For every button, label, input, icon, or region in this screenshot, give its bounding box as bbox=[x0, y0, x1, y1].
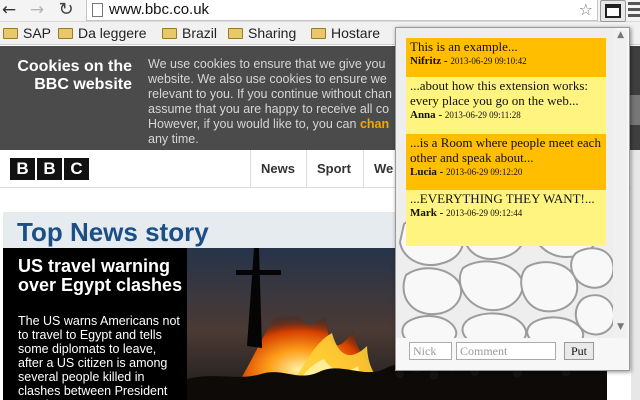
chat-message: ...about how this extension works: every… bbox=[406, 77, 606, 134]
comment-input[interactable] bbox=[456, 342, 556, 360]
story-headline[interactable]: US travel warning over Egypt clashes bbox=[18, 257, 183, 295]
change-settings-link[interactable]: chan bbox=[360, 117, 389, 131]
folder-icon bbox=[3, 28, 18, 39]
chat-room-popup: ▲ ▼ This is an example... Nifritz - 2013… bbox=[395, 27, 630, 371]
forward-arrow-icon[interactable]: → bbox=[25, 0, 49, 22]
page-scrollbar[interactable] bbox=[631, 150, 640, 400]
bookmark-sap[interactable]: SAP bbox=[3, 24, 51, 42]
message-author: Mark - 2013-06-29 09:12:44 bbox=[410, 207, 523, 219]
browser-toolbar: ← → ↻ www.bbc.co.uk ☆ bbox=[0, 0, 640, 22]
chat-input-bar: Put bbox=[396, 338, 629, 370]
browser-menu-icon[interactable] bbox=[628, 2, 640, 19]
folder-icon bbox=[162, 28, 177, 39]
page-icon bbox=[92, 3, 103, 17]
scroll-down-icon[interactable]: ▼ bbox=[617, 322, 624, 332]
chat-message: ...EVERYTHING THEY WANT!... Mark - 2013-… bbox=[406, 190, 606, 246]
chat-message: ...is a Room where people meet each othe… bbox=[406, 134, 606, 190]
nick-input[interactable] bbox=[409, 342, 452, 360]
story-summary: The US warns Americans not to travel to … bbox=[18, 314, 180, 400]
chat-extension-icon bbox=[605, 4, 621, 18]
cookie-banner-title: Cookies on the BBC website bbox=[17, 58, 132, 93]
chat-message: This is an example... Nifritz - 2013-06-… bbox=[406, 38, 606, 77]
back-arrow-icon[interactable]: ← bbox=[0, 0, 21, 22]
bbc-logo[interactable]: BBC bbox=[10, 158, 91, 180]
bookmark-hostare[interactable]: Hostare bbox=[311, 24, 380, 42]
chat-scrollbar[interactable] bbox=[613, 30, 627, 340]
message-author: Lucia - 2013-06-29 09:12:20 bbox=[410, 166, 523, 178]
nav-sport-link[interactable]: Sport bbox=[306, 150, 361, 187]
bookmark-label: Sharing bbox=[248, 25, 297, 41]
message-author: Anna - 2013-06-29 09:11:28 bbox=[410, 109, 521, 121]
address-bar[interactable]: www.bbc.co.uk ☆ bbox=[86, 0, 598, 21]
reload-icon[interactable]: ↻ bbox=[54, 0, 78, 22]
nav-news-link[interactable]: News bbox=[250, 150, 305, 187]
bookmark-label: SAP bbox=[23, 25, 52, 41]
chat-extension-button[interactable] bbox=[600, 0, 626, 22]
url-text[interactable]: www.bbc.co.uk bbox=[109, 1, 209, 18]
put-button[interactable]: Put bbox=[564, 342, 594, 360]
cookie-banner-text: We use cookies to ensure that we give yo… bbox=[148, 57, 392, 146]
bookmark-label: Brazil bbox=[182, 25, 218, 41]
bookmark-sharing[interactable]: Sharing bbox=[228, 24, 296, 42]
message-author: Nifritz - 2013-06-29 09:10:42 bbox=[410, 55, 527, 67]
scroll-up-icon[interactable]: ▲ bbox=[617, 30, 624, 40]
bookmark-label: Hostare bbox=[331, 25, 381, 41]
folder-icon bbox=[58, 28, 73, 39]
folder-icon bbox=[311, 28, 326, 39]
bookmark-star-icon[interactable]: ☆ bbox=[579, 0, 593, 19]
folder-icon bbox=[228, 28, 243, 39]
top-news-title: Top News story bbox=[17, 217, 209, 247]
bookmark-label: Da leggere bbox=[78, 25, 147, 41]
bookmark-da-leggere[interactable]: Da leggere bbox=[58, 24, 147, 42]
bookmark-brazil[interactable]: Brazil bbox=[162, 24, 217, 42]
